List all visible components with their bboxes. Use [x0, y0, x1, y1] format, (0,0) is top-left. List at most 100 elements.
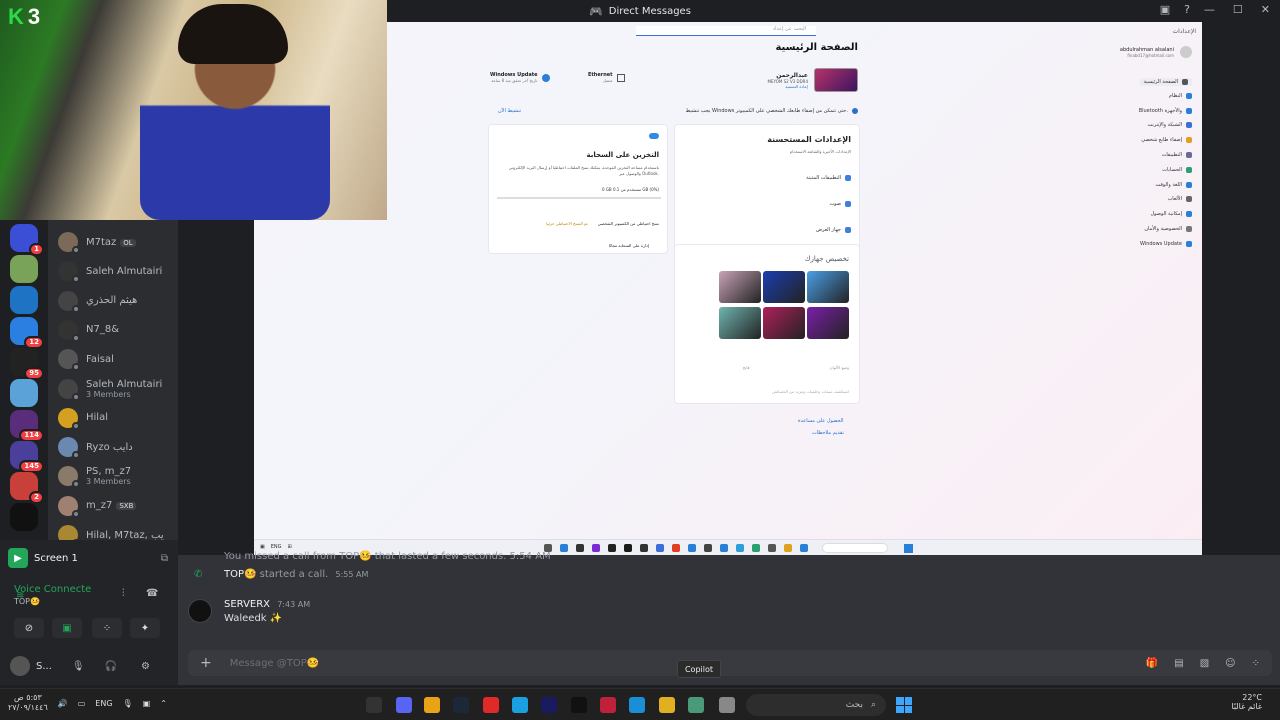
- color-mode-row[interactable]: فاتح وضع الألوان: [743, 365, 849, 370]
- windows-update-status[interactable]: Windows Update تاريخ آخر تحقق منذ 8 ساعة: [490, 72, 550, 83]
- screen-share-pill[interactable]: ▶ Screen 1 ⧉: [8, 548, 168, 568]
- remote-app-icon[interactable]: [752, 544, 760, 552]
- remote-app-icon[interactable]: [688, 544, 696, 552]
- clock-date[interactable]: ٢٧/٠٩/١٤٤٦: [8, 703, 48, 713]
- activity-button[interactable]: ⁘: [92, 618, 122, 638]
- dm-item[interactable]: N7_8&: [58, 319, 178, 342]
- start-button[interactable]: [896, 697, 912, 713]
- wallpaper-thumb[interactable]: [763, 307, 805, 339]
- voice-connected-status[interactable]: Voice Connecte TOP🤒: [14, 584, 91, 606]
- camera-off-button[interactable]: ⊘: [14, 618, 44, 638]
- dm-item[interactable]: m_z7 SXB: [58, 495, 178, 518]
- volume-icon[interactable]: 🔊: [58, 699, 68, 708]
- remote-app-icon[interactable]: [672, 544, 680, 552]
- serverx-avatar[interactable]: [188, 599, 212, 623]
- server-icon[interactable]: [10, 503, 38, 531]
- feedback-link[interactable]: تقديم ملاحظات: [812, 430, 844, 436]
- edge-icon[interactable]: [629, 697, 645, 713]
- popout-icon[interactable]: ⧉: [161, 553, 168, 564]
- taskbar-search[interactable]: بحث ⌕: [746, 694, 886, 716]
- remote-start-icon[interactable]: [904, 544, 913, 553]
- server-icon[interactable]: [10, 255, 38, 283]
- dm-item[interactable]: Saleh Almutairi 3 Members: [58, 378, 178, 401]
- settings-sidebar-item[interactable]: النظام: [1169, 92, 1192, 99]
- gif-icon[interactable]: ▤: [1174, 658, 1183, 669]
- help-link[interactable]: الحصول على مساعدة: [798, 418, 844, 424]
- user-avatar[interactable]: [10, 656, 30, 676]
- mic-icon[interactable]: 🎙: [72, 661, 85, 672]
- remote-app-icon[interactable]: [656, 544, 664, 552]
- steam-icon[interactable]: [453, 697, 469, 713]
- dm-item[interactable]: Ryzo دايب: [58, 437, 178, 460]
- cloud-manage-row[interactable]: إدارة على السحابة مجانًا: [609, 243, 649, 248]
- sticker-icon[interactable]: ▧: [1200, 658, 1209, 669]
- settings-sidebar-item[interactable]: إمكانية الوصول: [1151, 211, 1192, 218]
- more-themes-row[interactable]: استكشف سمات وخلفيات ومزيد من الخصائص: [772, 389, 849, 394]
- close-button[interactable]: ✕: [1261, 3, 1270, 16]
- settings-sidebar-item[interactable]: اللغة والوقت: [1156, 181, 1192, 188]
- maximize-button[interactable]: ☐: [1233, 3, 1243, 16]
- add-attachment-icon[interactable]: +: [200, 655, 212, 671]
- remote-app-icon[interactable]: [800, 544, 808, 552]
- dm-item[interactable]: PS, m_z7 3 Members: [58, 466, 178, 489]
- server-icon[interactable]: [10, 286, 38, 314]
- weather-widget[interactable]: 22°C غائم غالبًا: [1231, 693, 1262, 711]
- settings-sidebar-item[interactable]: إضفاء طابع شخصي: [1141, 137, 1192, 144]
- soundboard-button[interactable]: ✦: [130, 618, 160, 638]
- remote-app-icon[interactable]: [608, 544, 616, 552]
- user-profile[interactable]: abdulrahman alsalani finabd17@hotmail.co…: [1120, 46, 1192, 58]
- settings-sidebar-item[interactable]: Windows Update: [1140, 240, 1192, 247]
- rec-item-display[interactable]: جهاز العرض: [816, 227, 851, 233]
- server-icon[interactable]: [10, 379, 38, 407]
- server-icon[interactable]: 12: [10, 317, 44, 349]
- minimize-button[interactable]: —: [1204, 3, 1215, 16]
- emoji-icon[interactable]: ☺: [1225, 658, 1235, 669]
- message-composer[interactable]: + Message @TOP🤒 🎁 ▤ ▧ ☺ ⁘: [188, 650, 1272, 676]
- capcut-icon[interactable]: [571, 697, 587, 713]
- help-icon[interactable]: ?: [1184, 3, 1190, 16]
- screen-share-view[interactable]: البحث عن إعداد الإعدادات الصفحة الرئيسية…: [254, 22, 1202, 555]
- dm-item[interactable]: Hilal: [58, 407, 178, 430]
- lang-indicator[interactable]: ENG: [95, 699, 112, 708]
- wallpaper-thumb[interactable]: [719, 271, 761, 303]
- file-explorer-icon[interactable]: [659, 697, 675, 713]
- cloud-backup-row[interactable]: تم النسخ الاحتياطي جزئيا نسخ احتياطي من …: [546, 221, 659, 226]
- ocean-app-icon[interactable]: [512, 697, 528, 713]
- settings-search-input[interactable]: البحث عن إعداد: [636, 26, 816, 36]
- remote-app-icon[interactable]: [768, 544, 776, 552]
- server-icon[interactable]: 95: [10, 348, 44, 380]
- wallpaper-thumb[interactable]: [763, 271, 805, 303]
- gift-icon[interactable]: 🎁: [1146, 658, 1158, 669]
- network-icon[interactable]: ▭: [78, 699, 86, 708]
- mic-tray-icon[interactable]: 🎙: [123, 699, 133, 708]
- eset-icon[interactable]: [366, 697, 382, 713]
- dm-item[interactable]: Faisal: [58, 349, 178, 372]
- inbox-icon[interactable]: ▣: [1160, 3, 1170, 16]
- ethernet-status[interactable]: Ethernet متصل: [588, 72, 625, 83]
- settings-sidebar-item[interactable]: Bluetooth والأجهزة: [1139, 107, 1192, 114]
- disconnect-icon[interactable]: ☎: [146, 588, 158, 599]
- remote-app-icon[interactable]: [720, 544, 728, 552]
- server-icon[interactable]: 2: [10, 472, 44, 504]
- wallpaper-thumb[interactable]: [807, 271, 849, 303]
- rec-item-sound[interactable]: صوت: [829, 201, 851, 207]
- apps-icon[interactable]: ⁘: [1252, 658, 1260, 669]
- dm-item[interactable]: Hilal, M7taz, يب: [58, 525, 178, 540]
- settings-sidebar-item[interactable]: الصفحة الرئيسية: [1139, 78, 1192, 86]
- activate-now-link[interactable]: تنشيط الآن: [498, 108, 521, 114]
- server-icon[interactable]: 1: [10, 224, 44, 256]
- aftereffects-icon[interactable]: [541, 697, 557, 713]
- rec-item-installed-apps[interactable]: التطبيقات المثبتة: [806, 175, 851, 181]
- remote-app-icon[interactable]: [576, 544, 584, 552]
- server-icon[interactable]: 114: [10, 410, 44, 442]
- remote-app-icon[interactable]: [640, 544, 648, 552]
- remote-app-icon[interactable]: [560, 544, 568, 552]
- settings-sidebar-item[interactable]: التطبيقات: [1162, 152, 1192, 158]
- settings-sidebar-item[interactable]: الخصوصية والأمان: [1144, 226, 1192, 232]
- discord-icon[interactable]: [396, 697, 412, 713]
- settings-sidebar-item[interactable]: الشبكة والإنترنت: [1147, 122, 1192, 129]
- wallpaper-thumb[interactable]: [719, 307, 761, 339]
- share-screen-button[interactable]: ▣: [52, 618, 82, 638]
- user-settings-icon[interactable]: ⚙: [141, 661, 150, 672]
- remote-search[interactable]: [822, 543, 888, 553]
